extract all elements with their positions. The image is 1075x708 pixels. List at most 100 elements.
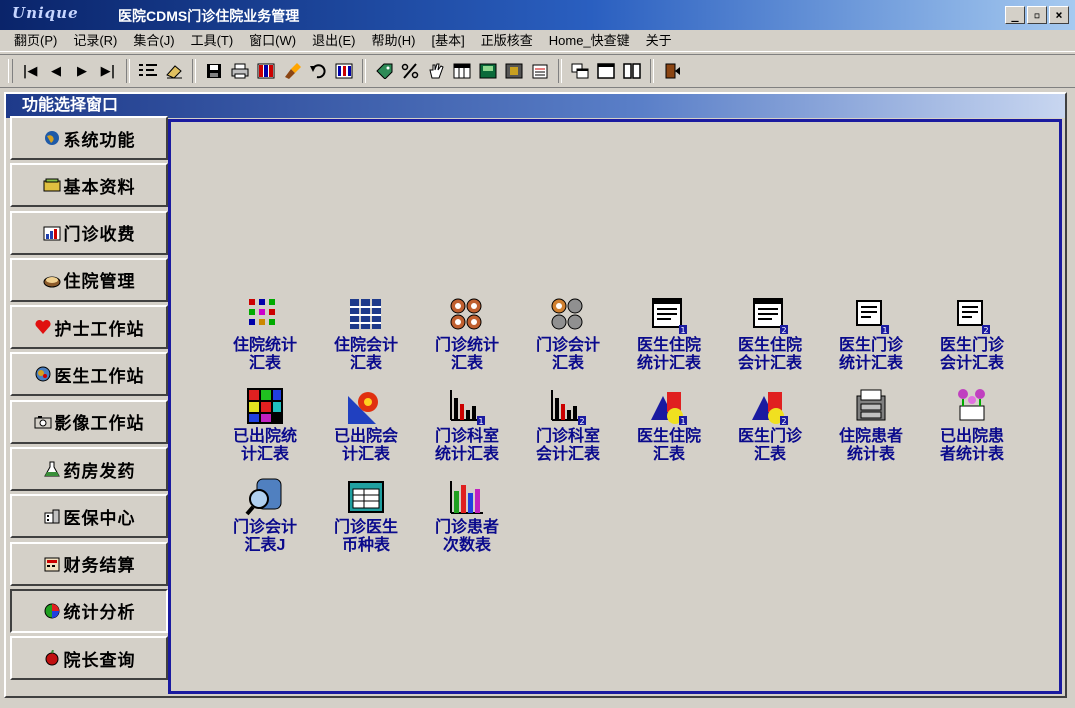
sidebar-item-director-query[interactable]: 院长查询 bbox=[10, 636, 168, 681]
sidebar-item-inpatient[interactable]: 住院管理 bbox=[10, 257, 168, 302]
toolbar: |◀ ◀ ▶ ▶| bbox=[0, 54, 1075, 88]
sidebar-item-insurance-center[interactable]: 医保中心 bbox=[10, 494, 168, 539]
window-title: 医院CDMS门诊住院业务管理 bbox=[118, 8, 300, 24]
report-label-line1: 医生住院 bbox=[636, 337, 701, 354]
maximize-button[interactable]: ▫ bbox=[1027, 6, 1047, 24]
report-label-line2: 汇表 bbox=[551, 355, 584, 372]
report-inpatient-accounting[interactable]: 住院会计 汇表 bbox=[316, 295, 416, 373]
report-label-line2: 次数表 bbox=[442, 537, 491, 554]
report-outpatient-doctor-currency[interactable]: 门诊医生 币种表 bbox=[316, 477, 416, 555]
report-label-line1: 已出院统 bbox=[232, 428, 297, 445]
report-outpatient-accounting-j[interactable]: 门诊会计 汇表J bbox=[215, 477, 315, 555]
report-doctor-inpatient[interactable]: 1 医生住院 汇表 bbox=[619, 386, 719, 464]
menu-basic[interactable]: [基本] bbox=[424, 30, 473, 52]
report-doctor-outpatient[interactable]: 2 医生门诊 汇表 bbox=[720, 386, 820, 464]
next-record-icon[interactable]: ▶ bbox=[69, 58, 95, 84]
window-icon bbox=[346, 477, 386, 517]
report-outpatient-accounting[interactable]: 门诊会计 汇表 bbox=[518, 295, 618, 373]
report-outpatient-patient-visits[interactable]: 门诊患者 次数表 bbox=[417, 477, 517, 555]
menu-exit[interactable]: 退出(E) bbox=[304, 30, 363, 52]
toolbar-grip[interactable] bbox=[8, 59, 13, 83]
blue-grid-icon bbox=[346, 295, 386, 335]
building-icon bbox=[43, 508, 61, 524]
report-outpatient-statistics[interactable]: 门诊统计 汇表 bbox=[417, 295, 517, 373]
pie-chart-icon bbox=[43, 603, 61, 619]
sidebar-item-label: 医生工作站 bbox=[54, 366, 145, 386]
report-label-line2: 统计汇表 bbox=[838, 355, 903, 372]
report-label-line1: 医生住院 bbox=[737, 337, 802, 354]
sidebar-item-statistics[interactable]: 统计分析 bbox=[10, 588, 168, 633]
sidebar-item-finance-settlement[interactable]: 财务结算 bbox=[10, 541, 168, 586]
report-label-line1: 已出院患 bbox=[939, 428, 1004, 445]
globe-icon bbox=[43, 130, 61, 146]
tile-vertical-icon[interactable] bbox=[619, 58, 645, 84]
report-doctor-inpatient-statistics[interactable]: 1 医生住院 统计汇表 bbox=[619, 295, 719, 373]
undo-icon[interactable] bbox=[305, 58, 331, 84]
report-label-line1: 住院会计 bbox=[333, 337, 398, 354]
report-discharged-accounting[interactable]: 已出院会 计汇表 bbox=[316, 386, 416, 464]
notepad-icon[interactable] bbox=[527, 58, 553, 84]
menu-home-quick[interactable]: Home_快查键 bbox=[541, 30, 638, 52]
sidebar-item-outpatient-billing[interactable]: 门诊收费 bbox=[10, 210, 168, 255]
hand-icon[interactable] bbox=[423, 58, 449, 84]
menu-window[interactable]: 窗口(W) bbox=[241, 30, 304, 52]
print-icon[interactable] bbox=[227, 58, 253, 84]
save-icon[interactable] bbox=[201, 58, 227, 84]
menu-about[interactable]: 关于 bbox=[638, 30, 680, 52]
report-label-line1: 门诊患者 bbox=[434, 519, 499, 536]
sidebar-item-nurse-station[interactable]: 护士工作站 bbox=[10, 305, 168, 350]
report-discharged-patient-statistics[interactable]: 已出院患 者统计表 bbox=[922, 386, 1022, 464]
report-discharged-statistics[interactable]: 已出院统 计汇表 bbox=[215, 386, 315, 464]
report-label-line1: 医生门诊 bbox=[838, 337, 903, 354]
report-outpatient-dept-statistics[interactable]: 1 门诊科室 统计汇表 bbox=[417, 386, 517, 464]
sidebar-item-system[interactable]: 系统功能 bbox=[10, 116, 168, 160]
report-label-line2: 计汇表 bbox=[240, 446, 289, 463]
sidebar-item-label: 医保中心 bbox=[63, 508, 136, 528]
gear-rays-icon bbox=[346, 386, 386, 426]
eraser-icon[interactable] bbox=[161, 58, 187, 84]
svg-text:1: 1 bbox=[680, 417, 685, 426]
calendar-icon[interactable] bbox=[449, 58, 475, 84]
toolbar-separator bbox=[558, 59, 562, 83]
menu-page[interactable]: 翻页(P) bbox=[6, 30, 65, 52]
brush-icon[interactable] bbox=[279, 58, 305, 84]
menu-tools[interactable]: 工具(T) bbox=[183, 30, 242, 52]
report-doctor-outpatient-accounting[interactable]: 2 医生门诊 会计汇表 bbox=[922, 295, 1022, 373]
sidebar-item-basic-data[interactable]: 基本资料 bbox=[10, 163, 168, 208]
exit-door-icon[interactable] bbox=[659, 58, 685, 84]
menu-help[interactable]: 帮助(H) bbox=[363, 30, 423, 52]
list-icon[interactable] bbox=[135, 58, 161, 84]
report-label-line1: 已出院会 bbox=[333, 428, 398, 445]
table-red-icon[interactable] bbox=[331, 58, 357, 84]
report-doctor-outpatient-statistics[interactable]: 1 医生门诊 统计汇表 bbox=[821, 295, 921, 373]
tag-icon[interactable] bbox=[371, 58, 397, 84]
toolbar-separator bbox=[650, 59, 654, 83]
minimize-button[interactable]: _ bbox=[1005, 6, 1025, 24]
menu-license-check[interactable]: 正版核查 bbox=[473, 30, 541, 52]
disk-green-icon[interactable] bbox=[475, 58, 501, 84]
bar-chart-1-icon: 1 bbox=[447, 386, 487, 426]
cascade-icon[interactable] bbox=[567, 58, 593, 84]
sidebar-item-label: 财务结算 bbox=[63, 556, 136, 576]
report-label-line2: 统计表 bbox=[846, 446, 895, 463]
report-doctor-inpatient-accounting[interactable]: 2 医生住院 会计汇表 bbox=[720, 295, 820, 373]
report-inpatient-patient-statistics[interactable]: 住院患者 统计表 bbox=[821, 386, 921, 464]
last-record-icon[interactable]: ▶| bbox=[95, 58, 121, 84]
percent-icon[interactable] bbox=[397, 58, 423, 84]
menu-record[interactable]: 记录(R) bbox=[65, 30, 125, 52]
prev-record-icon[interactable]: ◀ bbox=[43, 58, 69, 84]
first-record-icon[interactable]: |◀ bbox=[17, 58, 43, 84]
report-inpatient-statistics[interactable]: 住院统计 汇表 bbox=[215, 295, 315, 373]
document-1-icon: 1 bbox=[649, 295, 689, 335]
sidebar-item-pharmacy[interactable]: 药房发药 bbox=[10, 447, 168, 492]
sidebar-item-imaging-station[interactable]: 影像工作站 bbox=[10, 399, 168, 444]
table-color-icon[interactable] bbox=[253, 58, 279, 84]
close-button[interactable]: × bbox=[1049, 6, 1069, 24]
window-single-icon[interactable] bbox=[593, 58, 619, 84]
sidebar-item-doctor-station[interactable]: 医生工作站 bbox=[10, 352, 168, 397]
chip-icon[interactable] bbox=[501, 58, 527, 84]
menu-set[interactable]: 集合(J) bbox=[125, 30, 182, 52]
report-outpatient-dept-accounting[interactable]: 2 门诊科室 会计汇表 bbox=[518, 386, 618, 464]
calculator-icon bbox=[43, 556, 61, 572]
report-panel: 住院统计 汇表 住院会计 汇表 门诊统计 汇表 门诊会计 汇表 1 医生住院 统… bbox=[168, 119, 1062, 694]
